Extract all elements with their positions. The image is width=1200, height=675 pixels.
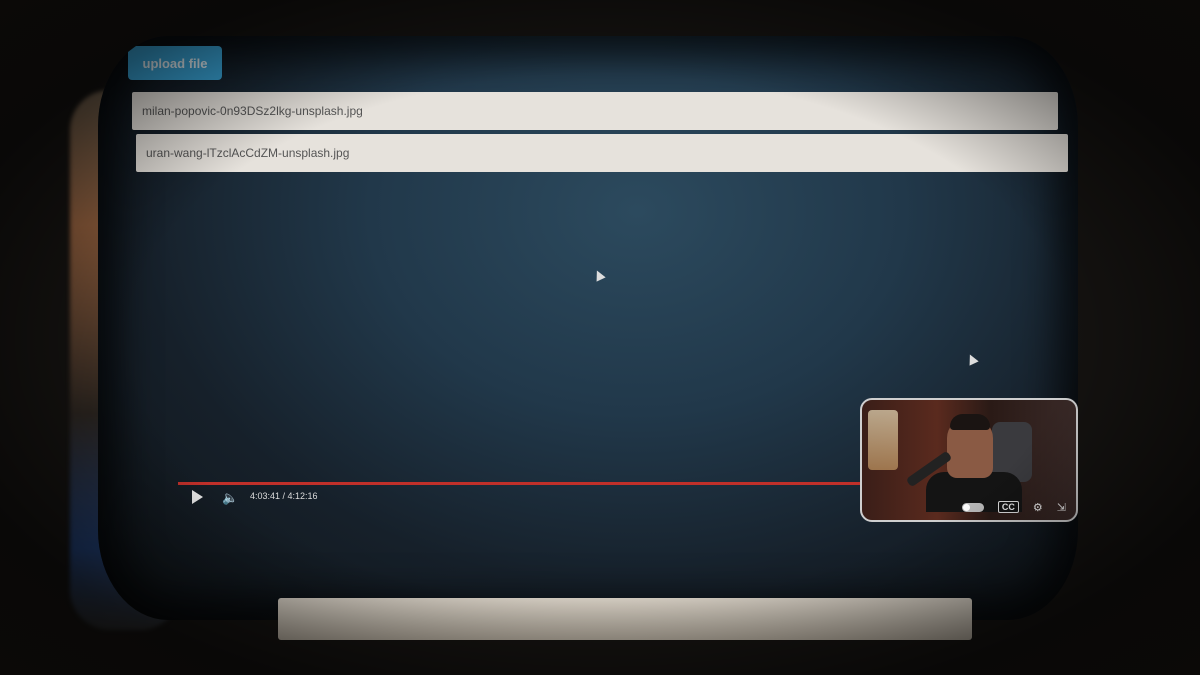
file-list-item[interactable]: milan-popovic-0n93DSz2lkg-unsplash.jpg xyxy=(132,92,1058,130)
video-frame-person-hair xyxy=(950,414,990,430)
mouse-pointer-icon xyxy=(592,268,606,282)
monitor-stand-base xyxy=(278,598,972,640)
upload-file-button[interactable]: upload file xyxy=(128,46,222,80)
autoplay-toggle-icon[interactable] xyxy=(961,502,984,512)
cc-icon[interactable]: CC xyxy=(997,501,1019,513)
picture-in-picture-video[interactable]: CC ⚙ ⇲ xyxy=(860,398,1078,522)
mouse-pointer-icon xyxy=(965,352,979,366)
photo-frame: upload file milan-popovic-0n93DSz2lkg-un… xyxy=(0,0,1200,675)
file-name: uran-wang-lTzclAcCdZM-unsplash.jpg xyxy=(146,146,350,160)
pip-controls: CC ⚙ ⇲ xyxy=(862,494,1076,520)
monitor-screen: upload file milan-popovic-0n93DSz2lkg-un… xyxy=(98,36,1078,620)
gear-icon[interactable]: ⚙ xyxy=(1033,501,1043,514)
play-icon[interactable] xyxy=(192,490,203,504)
exit-fullscreen-icon[interactable]: ⇲ xyxy=(1057,501,1066,514)
video-frame-lamp xyxy=(868,410,898,470)
time-display: 4:03:41 / 4:12:16 xyxy=(250,491,318,501)
file-name: milan-popovic-0n93DSz2lkg-unsplash.jpg xyxy=(142,104,363,118)
volume-icon[interactable]: 🔈 xyxy=(222,490,238,506)
file-list-item[interactable]: uran-wang-lTzclAcCdZM-unsplash.jpg xyxy=(136,134,1068,172)
